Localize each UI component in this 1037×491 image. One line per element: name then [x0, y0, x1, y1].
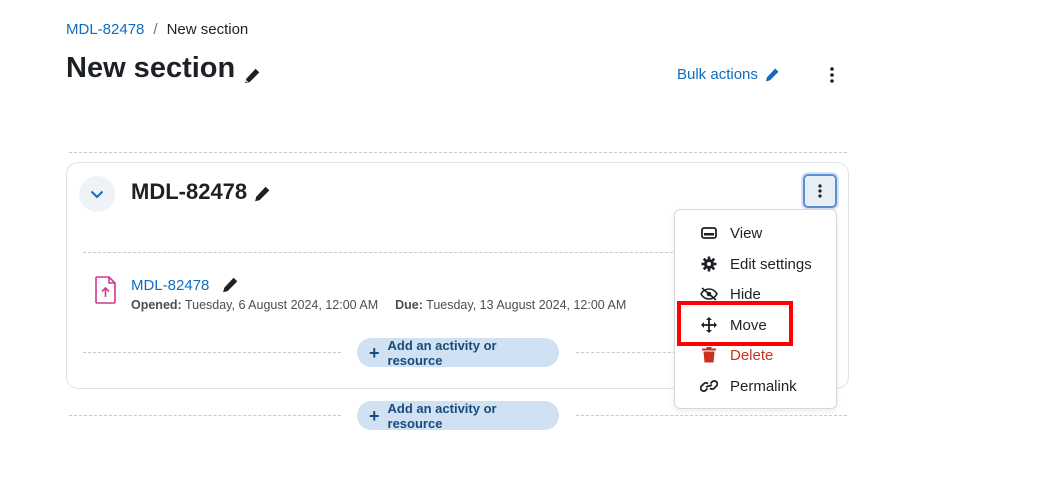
- menu-item-edit-settings[interactable]: Edit settings: [675, 249, 836, 279]
- plus-icon: +: [369, 342, 380, 363]
- gear-icon: [700, 255, 718, 273]
- page-title: New section: [66, 52, 261, 85]
- activity-dates: Opened: Tuesday, 6 August 2024, 12:00 AM…: [131, 298, 626, 312]
- menu-item-label: Permalink: [730, 377, 797, 395]
- opened-label: Opened:: [131, 298, 182, 312]
- section-collapse-button[interactable]: [79, 176, 115, 212]
- add-divider-left: [69, 415, 341, 416]
- link-icon: [700, 377, 718, 395]
- chevron-down-icon: [90, 190, 104, 198]
- section-divider: [69, 152, 847, 153]
- view-icon: [700, 224, 718, 242]
- breadcrumb: MDL-82478 / New section: [66, 21, 248, 38]
- pencil-icon[interactable]: [221, 276, 239, 294]
- due-label: Due:: [395, 298, 423, 312]
- assignment-icon: [94, 275, 118, 305]
- bulk-actions-button[interactable]: Bulk actions: [677, 66, 780, 83]
- add-divider-right: [576, 415, 847, 416]
- move-highlight-box: [677, 301, 793, 346]
- trash-icon: [700, 346, 718, 364]
- breadcrumb-course-link[interactable]: MDL-82478: [66, 21, 144, 38]
- breadcrumb-current: New section: [166, 21, 249, 38]
- menu-item-label: View: [730, 224, 763, 242]
- due-date: Tuesday, 13 August 2024, 12:00 AM: [426, 298, 627, 312]
- pencil-icon[interactable]: [253, 183, 271, 202]
- menu-item-label: Edit settings: [730, 255, 812, 273]
- add-activity-button[interactable]: + Add an activity or resource: [357, 337, 559, 368]
- add-activity-button[interactable]: + Add an activity or resource: [357, 400, 559, 431]
- activity-title: MDL-82478: [131, 276, 239, 294]
- add-activity-label: Add an activity or resource: [387, 400, 497, 431]
- opened-date: Tuesday, 6 August 2024, 12:00 AM: [184, 298, 379, 312]
- menu-item-view[interactable]: View: [675, 218, 836, 248]
- plus-icon: +: [369, 405, 380, 426]
- pencil-icon[interactable]: [243, 60, 261, 83]
- page-title-text: New section: [66, 52, 236, 84]
- section-actions-menu-button[interactable]: [803, 174, 837, 208]
- page-actions-menu-button[interactable]: [822, 64, 842, 86]
- kebab-icon: [830, 67, 834, 83]
- kebab-icon: [818, 184, 822, 198]
- breadcrumb-separator: /: [153, 21, 158, 38]
- add-divider-right: [576, 352, 676, 353]
- menu-item-permalink[interactable]: Permalink: [675, 371, 836, 401]
- pencil-icon: [765, 68, 779, 81]
- bulk-actions-label: Bulk actions: [677, 66, 758, 83]
- section-title: MDL-82478: [131, 179, 271, 205]
- menu-item-label: Hide: [730, 285, 761, 303]
- add-divider-left: [83, 352, 341, 353]
- add-activity-label: Add an activity or resource: [387, 337, 497, 368]
- section-title-text: MDL-82478: [131, 179, 248, 204]
- activity-link[interactable]: MDL-82478: [131, 277, 209, 294]
- menu-item-label: Delete: [730, 346, 774, 364]
- activity-divider: [83, 252, 683, 253]
